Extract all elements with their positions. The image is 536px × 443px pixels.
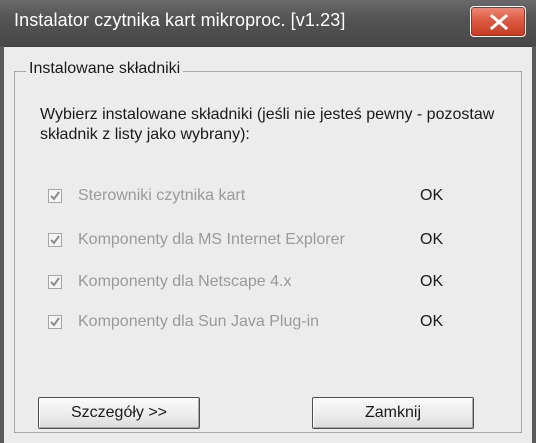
installer-window: Instalator czytnika kart mikroproc. [v1.… — [0, 0, 536, 443]
window-title: Instalator czytnika kart mikroproc. [v1.… — [14, 10, 346, 30]
component-status: OK — [420, 187, 444, 204]
close-button[interactable]: Zamknij — [312, 397, 474, 429]
checkmark-icon — [50, 235, 60, 245]
java-checkbox[interactable] — [48, 315, 62, 329]
drivers-checkbox[interactable] — [48, 189, 62, 203]
close-icon — [489, 14, 509, 30]
netscape-checkbox[interactable] — [48, 275, 62, 289]
details-button[interactable]: Szczegóły >> — [38, 397, 200, 429]
dialog-client-area: Instalowane składniki Wybierz instalowan… — [4, 47, 532, 443]
window-frame-right — [532, 46, 536, 443]
checkmark-icon — [50, 317, 60, 327]
component-status: OK — [420, 273, 444, 290]
groupbox-legend: Instalowane składniki — [26, 60, 184, 78]
checkmark-icon — [50, 277, 60, 287]
instructions-text: Wybierz instalowane składniki (jeśli nie… — [40, 106, 495, 143]
ie-checkbox[interactable] — [48, 233, 62, 247]
component-status: OK — [420, 313, 444, 330]
title-bar[interactable]: Instalator czytnika kart mikroproc. [v1.… — [0, 0, 536, 47]
window-close-button[interactable] — [470, 6, 526, 37]
checkmark-icon — [50, 191, 60, 201]
component-label: Sterowniki czytnika kart — [78, 187, 246, 204]
component-label: Komponenty dla MS Internet Explorer — [78, 231, 345, 248]
component-status: OK — [420, 231, 444, 248]
component-label: Komponenty dla Sun Java Plug-in — [78, 313, 320, 330]
component-label: Komponenty dla Netscape 4.x — [78, 273, 292, 290]
